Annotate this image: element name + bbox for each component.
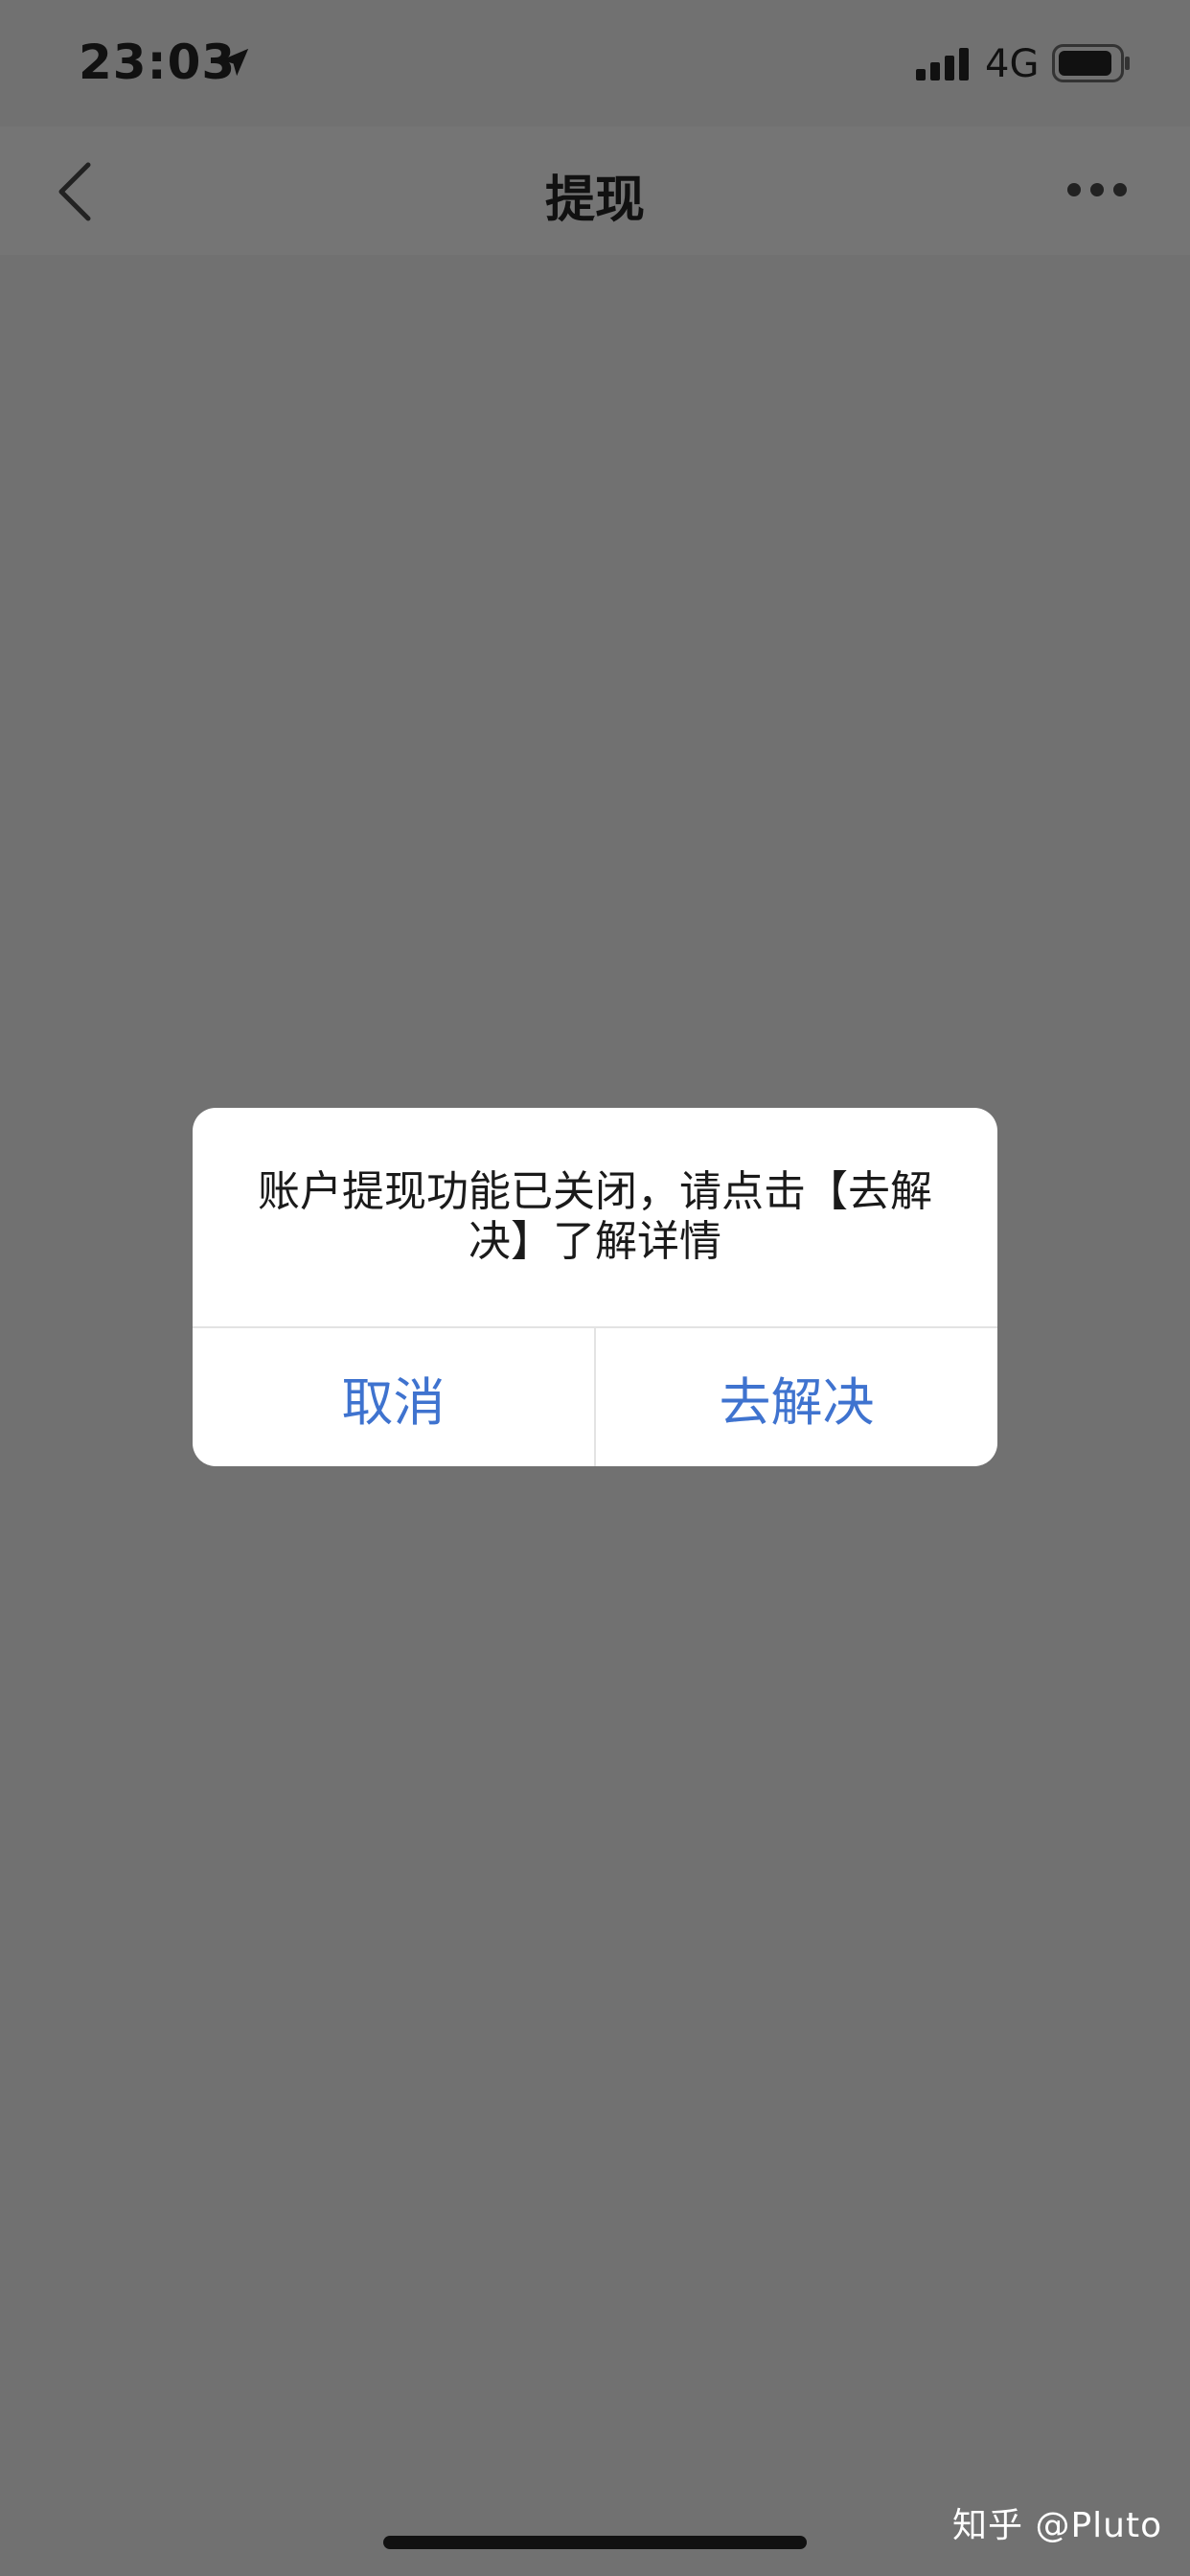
signal-bars-icon (916, 48, 969, 80)
more-dots-icon[interactable] (1065, 178, 1129, 201)
battery-icon (1052, 44, 1130, 82)
home-indicator[interactable] (383, 2536, 807, 2549)
status-bar: 23:03 4G (0, 0, 1190, 126)
screen: 23:03 4G 提现 账户提现功能已关闭，请点击【去解决】了解详情 取消 去解… (0, 0, 1190, 2576)
page-title: 提现 (544, 172, 645, 229)
alert-dialog: 账户提现功能已关闭，请点击【去解决】了解详情 取消 去解决 (193, 1108, 997, 1466)
dialog-actions: 取消 去解决 (193, 1328, 997, 1466)
cancel-button[interactable]: 取消 (193, 1328, 594, 1466)
nav-bar: 提现 (0, 126, 1190, 255)
dialog-message: 账户提现功能已关闭，请点击【去解决】了解详情 (258, 1167, 932, 1266)
watermark: 知乎 @Pluto (952, 2506, 1163, 2545)
resolve-button[interactable]: 去解决 (596, 1328, 997, 1466)
status-time: 23:03 (79, 34, 237, 90)
location-arrow-icon (220, 48, 249, 77)
network-type: 4G (985, 42, 1040, 86)
